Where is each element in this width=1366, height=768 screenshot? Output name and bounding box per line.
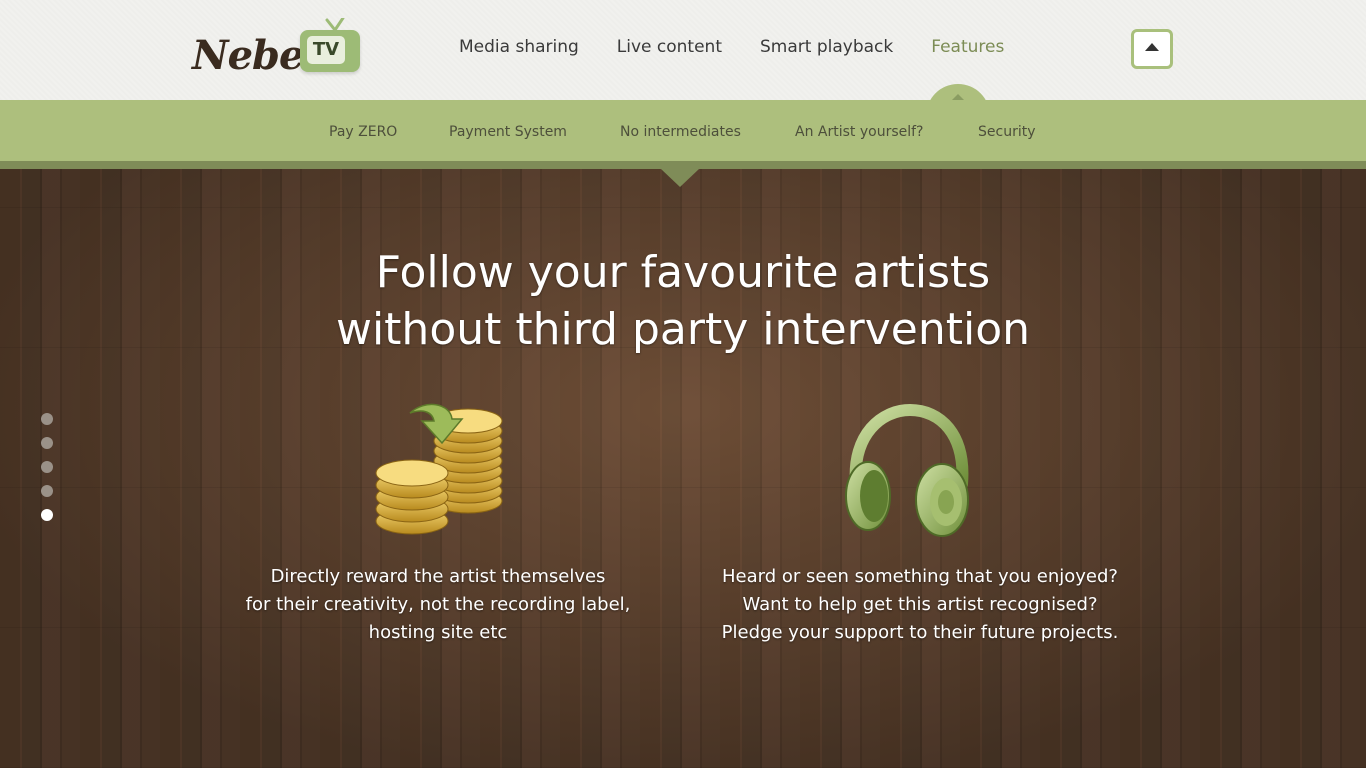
feature-reward-line-1: Directly reward the artist themselves bbox=[270, 566, 606, 587]
nav-live-content[interactable]: Live content bbox=[617, 37, 722, 57]
nav-features[interactable]: Features bbox=[931, 37, 1004, 57]
subnav-no-intermediates[interactable]: No intermediates bbox=[620, 124, 741, 140]
slide-dot-2[interactable] bbox=[41, 437, 53, 449]
nav-media-sharing[interactable]: Media sharing bbox=[459, 37, 579, 57]
feature-pledge-line-3: Pledge your support to their future proj… bbox=[721, 622, 1119, 643]
subnav-security[interactable]: Security bbox=[978, 124, 1036, 140]
slide-dot-3[interactable] bbox=[41, 461, 53, 473]
feature-reward-line-3: hosting site etc bbox=[368, 622, 508, 643]
tv-logo-text: TV bbox=[307, 36, 345, 64]
subnav-active-pointer bbox=[661, 169, 699, 187]
slide-dot-4[interactable] bbox=[41, 485, 53, 497]
main-nav: Media sharing Live content Smart playbac… bbox=[459, 37, 1042, 57]
feature-pledge-line-2: Want to help get this artist recognised? bbox=[742, 594, 1098, 615]
slide-dot-1[interactable] bbox=[41, 413, 53, 425]
subnav-pay-zero[interactable]: Pay ZERO bbox=[329, 124, 397, 140]
feature-pledge-line-1: Heard or seen something that you enjoyed… bbox=[722, 566, 1118, 587]
feature-pledge: Heard or seen something that you enjoyed… bbox=[680, 563, 1160, 647]
headline-line-1: Follow your favourite artists bbox=[375, 247, 991, 298]
feature-reward: Directly reward the artist themselves fo… bbox=[198, 563, 678, 647]
slide-dot-5[interactable] bbox=[41, 509, 53, 521]
subnav-payment-system[interactable]: Payment System bbox=[449, 124, 567, 140]
scroll-top-button[interactable] bbox=[1131, 29, 1173, 69]
feature-reward-line-2: for their creativity, not the recording … bbox=[245, 594, 631, 615]
headphones-icon bbox=[845, 404, 969, 537]
headline-line-2: without third party intervention bbox=[335, 304, 1031, 355]
header: Nebel. TV Media sharing Live content Sma… bbox=[0, 0, 1366, 100]
subnav-artist-yourself[interactable]: An Artist yourself? bbox=[795, 124, 923, 140]
subnav-shadow bbox=[0, 161, 1366, 169]
logo[interactable]: Nebel. TV bbox=[192, 14, 367, 80]
antenna-icon bbox=[325, 18, 345, 32]
nav-smart-playback[interactable]: Smart playback bbox=[760, 37, 893, 57]
tv-logo-icon: TV bbox=[300, 18, 360, 72]
coins-icon bbox=[375, 403, 503, 535]
hero-section: Follow your favourite artists without th… bbox=[0, 169, 1366, 768]
slide-dots bbox=[41, 413, 53, 533]
